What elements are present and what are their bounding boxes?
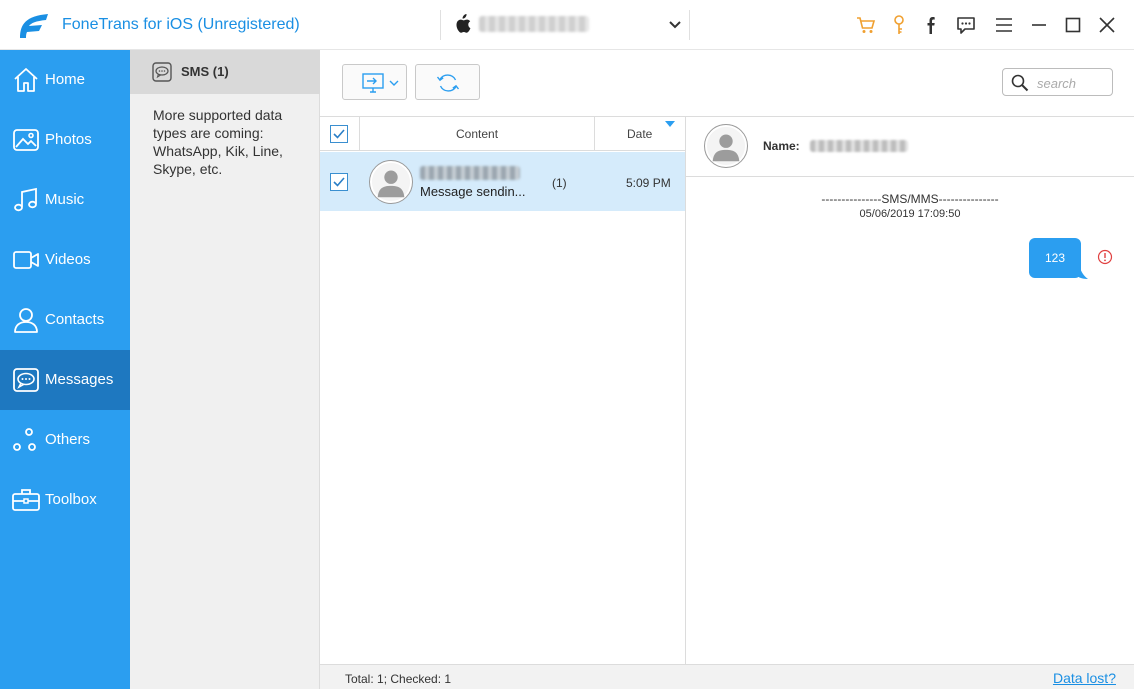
sms-icon bbox=[152, 62, 172, 82]
sidebar-item-toolbox[interactable]: Toolbox bbox=[0, 470, 130, 530]
sms-category-label: SMS (1) bbox=[181, 64, 229, 79]
sidebar-item-messages[interactable]: Messages bbox=[0, 350, 130, 410]
home-icon bbox=[14, 68, 38, 92]
message-timestamp: 05/06/2019 17:09:50 bbox=[859, 208, 961, 220]
send-error-icon bbox=[1097, 249, 1113, 265]
device-selector[interactable] bbox=[440, 10, 690, 40]
chevron-down-icon bbox=[389, 80, 399, 86]
content-column-header[interactable]: Content bbox=[456, 127, 498, 141]
sidebar-item-label: Toolbox bbox=[45, 491, 97, 508]
contact-avatar bbox=[369, 160, 413, 204]
contacts-icon bbox=[14, 308, 38, 333]
conversation-list: Content Date Message sendin... (1) 5:09 … bbox=[320, 116, 686, 664]
others-icon bbox=[13, 428, 36, 451]
checkmark-icon bbox=[333, 177, 345, 187]
cart-icon[interactable] bbox=[855, 14, 877, 36]
list-header: Content Date bbox=[320, 117, 685, 151]
refresh-button[interactable] bbox=[415, 64, 480, 100]
toolbox-icon bbox=[12, 489, 40, 511]
search-input[interactable] bbox=[1037, 74, 1107, 92]
supported-types-note: More supported data types are coming: Wh… bbox=[153, 107, 283, 177]
select-all-checkbox[interactable] bbox=[330, 125, 348, 143]
detail-header: Name: bbox=[686, 117, 1134, 177]
sms-category[interactable]: SMS (1) bbox=[130, 50, 320, 94]
music-icon bbox=[14, 187, 37, 212]
key-icon[interactable] bbox=[888, 14, 910, 36]
photos-icon bbox=[13, 129, 39, 151]
feedback-icon[interactable] bbox=[955, 14, 977, 36]
messages-icon bbox=[13, 368, 39, 392]
message-preview: Message sendin... bbox=[420, 184, 526, 199]
chevron-down-icon[interactable] bbox=[667, 17, 683, 33]
sort-desc-icon[interactable] bbox=[665, 121, 675, 127]
export-pc-icon bbox=[362, 73, 384, 93]
device-name-blurred bbox=[479, 16, 589, 32]
title-bar: FoneTrans for iOS (Unregistered) bbox=[0, 0, 1134, 50]
maximize-icon[interactable] bbox=[1062, 14, 1084, 36]
sidebar-item-videos[interactable]: Videos bbox=[0, 230, 130, 290]
search-box[interactable] bbox=[1002, 68, 1113, 96]
sidebar-item-label: Photos bbox=[45, 131, 92, 148]
status-bar: Total: 1; Checked: 1 Data lost? bbox=[320, 664, 1134, 689]
sidebar-item-home[interactable]: Home bbox=[0, 50, 130, 110]
sidebar-item-label: Contacts bbox=[45, 311, 105, 328]
fonetrans-logo-icon bbox=[20, 14, 48, 38]
toolbar bbox=[320, 50, 1134, 116]
refresh-icon bbox=[436, 74, 460, 92]
data-lost-link[interactable]: Data lost? bbox=[1053, 670, 1116, 686]
app-title: FoneTrans for iOS (Unregistered) bbox=[62, 16, 300, 33]
close-icon[interactable] bbox=[1096, 14, 1118, 36]
sidebar-item-others[interactable]: Others bbox=[0, 410, 130, 470]
contact-name-blurred bbox=[810, 140, 908, 152]
search-icon bbox=[1011, 74, 1029, 92]
sidebar-item-contacts[interactable]: Contacts bbox=[0, 290, 130, 350]
sidebar-item-label: Videos bbox=[45, 251, 91, 268]
avatar-icon bbox=[706, 126, 746, 166]
avatar-icon bbox=[371, 162, 411, 202]
column-divider bbox=[359, 117, 360, 151]
checkmark-icon bbox=[333, 129, 345, 139]
category-panel: SMS (1) More supported data types are co… bbox=[130, 50, 320, 689]
sidebar-item-label: Music bbox=[45, 191, 85, 208]
message-count: (1) bbox=[552, 176, 567, 190]
row-checkbox[interactable] bbox=[330, 173, 348, 191]
status-summary: Total: 1; Checked: 1 bbox=[345, 672, 452, 686]
sidebar-item-label: Messages bbox=[45, 371, 114, 388]
message-time: 5:09 PM bbox=[626, 176, 671, 190]
minimize-icon[interactable] bbox=[1028, 14, 1050, 36]
sidebar: Home Photos Music Videos Contacts Messag… bbox=[0, 50, 130, 689]
sms-mms-divider: ---------------SMS/MMS--------------- bbox=[821, 192, 999, 206]
name-label: Name: bbox=[763, 139, 800, 153]
facebook-icon[interactable] bbox=[921, 14, 943, 36]
sidebar-item-label: Others bbox=[45, 431, 91, 448]
bubble-tail bbox=[1074, 267, 1088, 279]
date-column-header[interactable]: Date bbox=[627, 127, 652, 141]
contact-name-blurred bbox=[420, 166, 520, 180]
sidebar-item-photos[interactable]: Photos bbox=[0, 110, 130, 170]
conversation-row[interactable]: Message sendin... (1) 5:09 PM bbox=[320, 152, 685, 211]
video-icon bbox=[13, 251, 39, 269]
sidebar-item-music[interactable]: Music bbox=[0, 170, 130, 230]
message-text: 123 bbox=[1044, 251, 1066, 265]
detail-avatar bbox=[704, 124, 748, 168]
column-divider bbox=[594, 117, 595, 151]
menu-icon[interactable] bbox=[993, 14, 1015, 36]
export-to-pc-button[interactable] bbox=[342, 64, 407, 100]
message-detail: Name: ---------------SMS/MMS------------… bbox=[686, 116, 1134, 664]
sidebar-item-label: Home bbox=[45, 71, 86, 88]
apple-icon bbox=[456, 14, 471, 33]
